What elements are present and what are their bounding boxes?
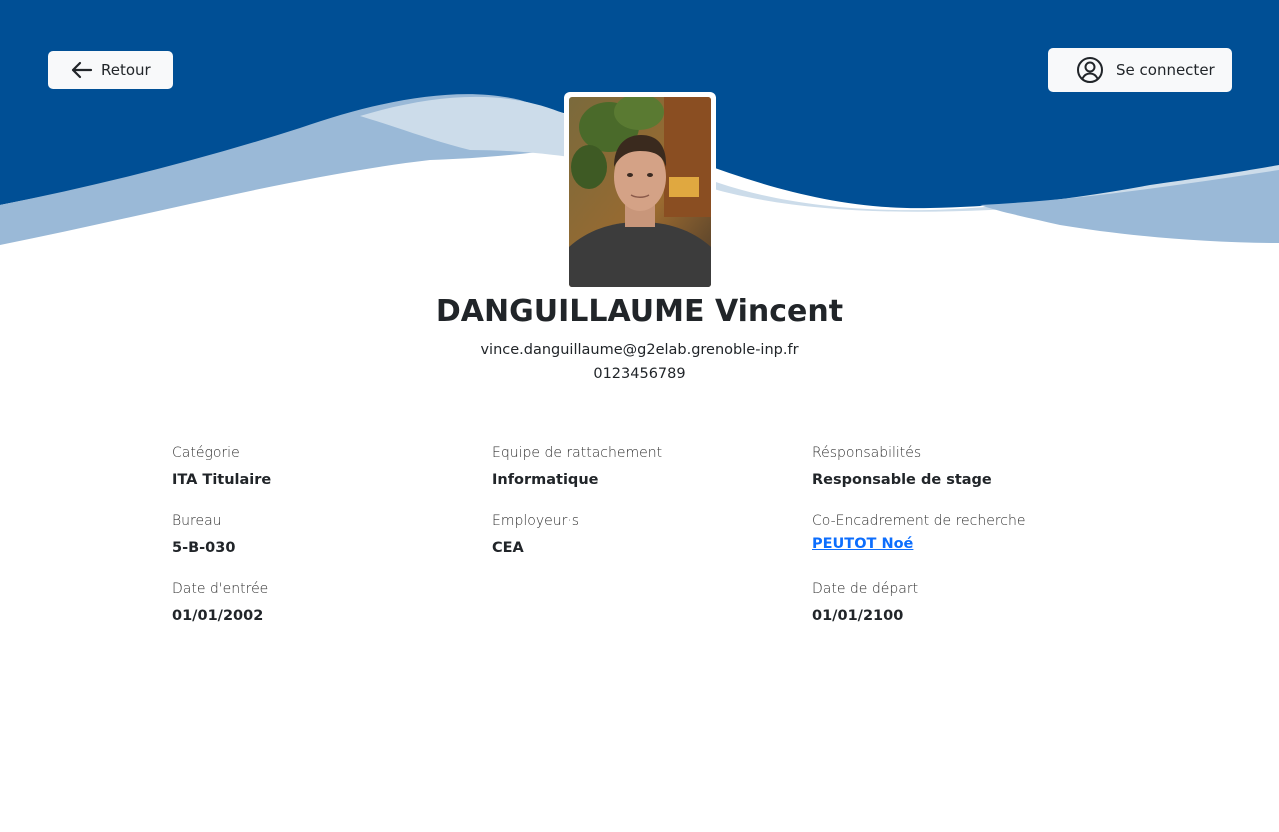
field-value: CEA: [492, 540, 524, 556]
arrow-left-icon: [71, 61, 93, 79]
field-value: 01/01/2002: [172, 608, 264, 624]
co-encadrement-link[interactable]: PEUTOT Noé: [812, 536, 913, 552]
field-co-encadrement: Co-Encadrement de recherche PEUTOT Noé: [812, 513, 1112, 553]
field-value: Responsable de stage: [812, 472, 992, 488]
profile-email: vince.danguillaume@g2elab.grenoble-inp.f…: [480, 342, 799, 358]
field-label: Equipe de rattachement: [492, 445, 663, 461]
login-button-label: Se connecter: [1116, 61, 1215, 79]
field-bureau: Bureau 5-B-030: [172, 513, 472, 556]
field-value: 5-B-030: [172, 540, 236, 556]
field-label: Employeur·s: [492, 513, 580, 529]
field-label: Résponsabilités: [812, 445, 922, 461]
field-label: Catégorie: [172, 445, 240, 461]
field-equipe: Equipe de rattachement Informatique: [492, 445, 792, 488]
user-circle-icon: [1076, 56, 1104, 84]
field-label: Co-Encadrement de recherche: [812, 513, 1026, 529]
profile-name: DANGUILLAUME Vincent: [435, 294, 844, 329]
login-button[interactable]: Se connecter: [1048, 48, 1232, 92]
field-date-depart: Date de départ 01/01/2100: [812, 581, 1112, 624]
field-value: 01/01/2100: [812, 608, 904, 624]
field-date-entree: Date d'entrée 01/01/2002: [172, 581, 472, 624]
field-responsabilites: Résponsabilités Responsable de stage: [812, 445, 1112, 488]
field-categorie: Catégorie ITA Titulaire: [172, 445, 472, 488]
back-button[interactable]: Retour: [48, 51, 173, 89]
field-value: ITA Titulaire: [172, 472, 272, 488]
profile-photo: [569, 97, 711, 287]
field-label: Bureau: [172, 513, 222, 529]
field-label: Date d'entrée: [172, 581, 269, 597]
profile-phone: 0123456789: [593, 366, 686, 382]
field-value: Informatique: [492, 472, 599, 488]
field-label: Date de départ: [812, 581, 919, 597]
profile-photo-frame: [564, 92, 716, 292]
field-employeur: Employeur·s CEA: [492, 513, 792, 556]
back-button-label: Retour: [101, 61, 151, 79]
